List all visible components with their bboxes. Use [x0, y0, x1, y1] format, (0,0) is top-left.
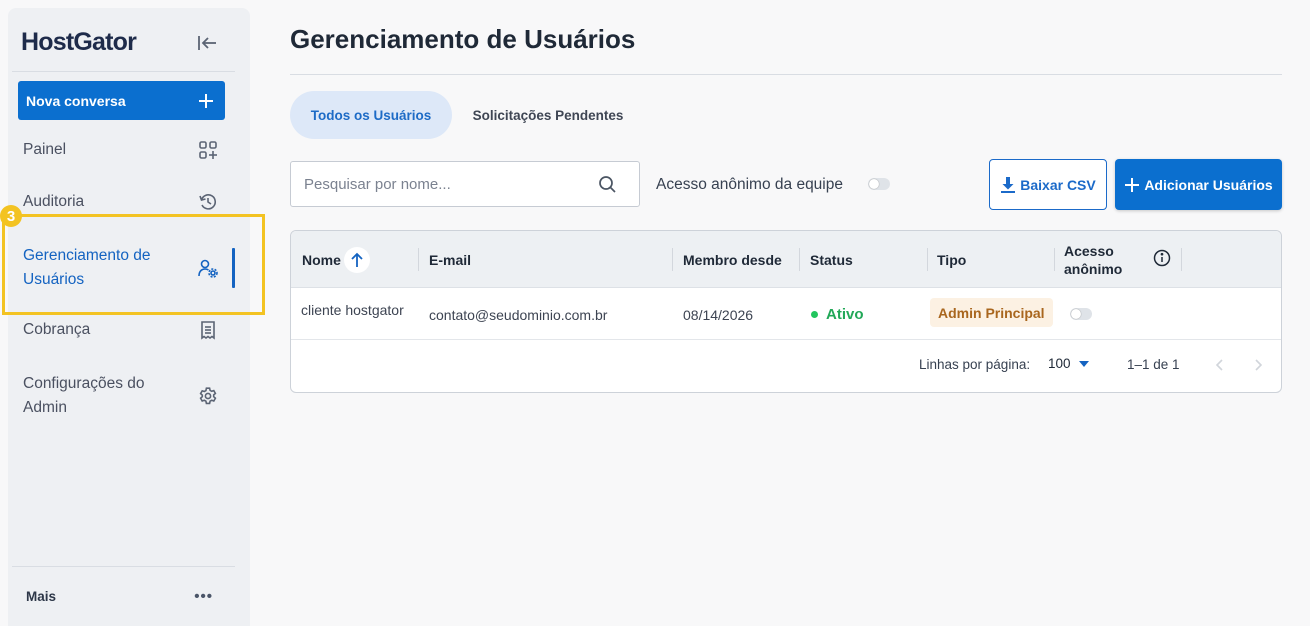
- download-csv-button[interactable]: Baixar CSV: [989, 159, 1107, 210]
- column-separator[interactable]: [418, 248, 419, 271]
- step-badge: 3: [0, 205, 22, 227]
- sidebar: HostGator Nova conversa Painel Auditoria…: [0, 8, 265, 626]
- column-header-name[interactable]: Nome: [302, 231, 370, 288]
- download-icon: [1001, 176, 1016, 193]
- chevron-right-icon[interactable]: [1253, 358, 1263, 372]
- search-input[interactable]: [304, 175, 564, 193]
- sidebar-divider: [12, 566, 235, 567]
- sidebar-divider: [12, 71, 235, 72]
- sidebar-item-cobranca[interactable]: Cobrança: [8, 318, 250, 342]
- rows-per-page-label: Linhas por página:: [919, 357, 1031, 372]
- sidebar-item-painel[interactable]: Painel: [8, 138, 250, 162]
- rows-per-page-value: 100: [1048, 356, 1071, 371]
- column-separator[interactable]: [1054, 248, 1055, 271]
- sidebar-item-admin-settings[interactable]: Configurações do Admin: [8, 370, 250, 422]
- download-csv-label: Baixar CSV: [1020, 176, 1096, 193]
- column-header-status[interactable]: Status: [810, 231, 853, 288]
- team-anon-access-toggle[interactable]: [868, 178, 890, 190]
- tab-pending-requests[interactable]: Solicitações Pendentes: [462, 91, 634, 139]
- row-anon-access-toggle[interactable]: [1070, 308, 1092, 320]
- column-header-label: Nome: [302, 251, 341, 268]
- tab-all-users[interactable]: Todos os Usuários: [290, 91, 452, 139]
- hostgator-logo[interactable]: HostGator: [21, 28, 137, 57]
- info-icon[interactable]: [1153, 249, 1171, 267]
- column-header-anon-access[interactable]: Acesso anônimo: [1064, 231, 1136, 288]
- table-pagination: Linhas por página: 100 1–1 de 1: [291, 341, 1281, 392]
- plus-icon: [199, 93, 213, 108]
- column-header-email[interactable]: E-mail: [429, 231, 471, 288]
- history-icon: [197, 191, 219, 213]
- column-header-member-since[interactable]: Membro desde: [683, 231, 782, 288]
- table-header: Nome E-mail Membro desde Status Tipo Ace…: [291, 231, 1281, 288]
- status-dot-icon: [811, 311, 818, 318]
- new-chat-label: Nova conversa: [26, 92, 126, 109]
- users-table: Nome E-mail Membro desde Status Tipo Ace…: [290, 230, 1282, 393]
- more-dots-icon: •••: [194, 588, 213, 605]
- column-header-type[interactable]: Tipo: [937, 231, 966, 288]
- title-divider: [290, 74, 1282, 75]
- new-chat-button[interactable]: Nova conversa: [18, 81, 225, 120]
- type-badge: Admin Principal: [930, 298, 1053, 327]
- page-title: Gerenciamento de Usuários: [290, 24, 636, 54]
- column-separator[interactable]: [927, 248, 928, 271]
- team-anon-access-label: Acesso anônimo da equipe: [656, 176, 843, 193]
- sidebar-item-label: Auditoria: [23, 193, 85, 210]
- chevron-left-icon[interactable]: [1215, 358, 1225, 372]
- cell-member-since: 08/14/2026: [683, 307, 754, 323]
- sidebar-item-label: Configurações do Admin: [23, 375, 145, 416]
- add-users-label: Adicionar Usuários: [1144, 176, 1273, 193]
- sidebar-item-auditoria[interactable]: Auditoria: [8, 190, 250, 214]
- collapse-sidebar-icon[interactable]: [194, 30, 220, 56]
- cell-name: cliente hostgator: [301, 302, 404, 318]
- gear-icon: [197, 385, 219, 407]
- cell-email: contato@seudominio.com.br: [429, 307, 608, 323]
- more-menu[interactable]: Mais •••: [8, 588, 250, 605]
- table-row[interactable]: cliente hostgator contato@seudominio.com…: [291, 288, 1281, 340]
- grid-plus-icon: [197, 139, 219, 161]
- step-highlight: [2, 214, 265, 315]
- status-label: Ativo: [826, 306, 864, 323]
- more-label: Mais: [26, 589, 57, 604]
- search-icon[interactable]: [598, 175, 617, 194]
- sort-asc-icon[interactable]: [343, 246, 370, 273]
- column-separator[interactable]: [672, 248, 673, 271]
- plus-icon: [1125, 177, 1140, 192]
- column-separator[interactable]: [1181, 248, 1182, 271]
- caret-down-icon: [1078, 360, 1089, 367]
- column-separator[interactable]: [799, 248, 800, 271]
- search-box: [290, 161, 640, 207]
- status-badge: Ativo: [811, 306, 864, 323]
- sidebar-item-label: Cobrança: [23, 321, 91, 338]
- receipt-icon: [197, 319, 219, 341]
- pagination-range: 1–1 de 1: [1127, 357, 1180, 372]
- sidebar-item-label: Painel: [23, 141, 67, 158]
- add-users-button[interactable]: Adicionar Usuários: [1115, 159, 1282, 210]
- rows-per-page-select[interactable]: 100: [1048, 356, 1089, 371]
